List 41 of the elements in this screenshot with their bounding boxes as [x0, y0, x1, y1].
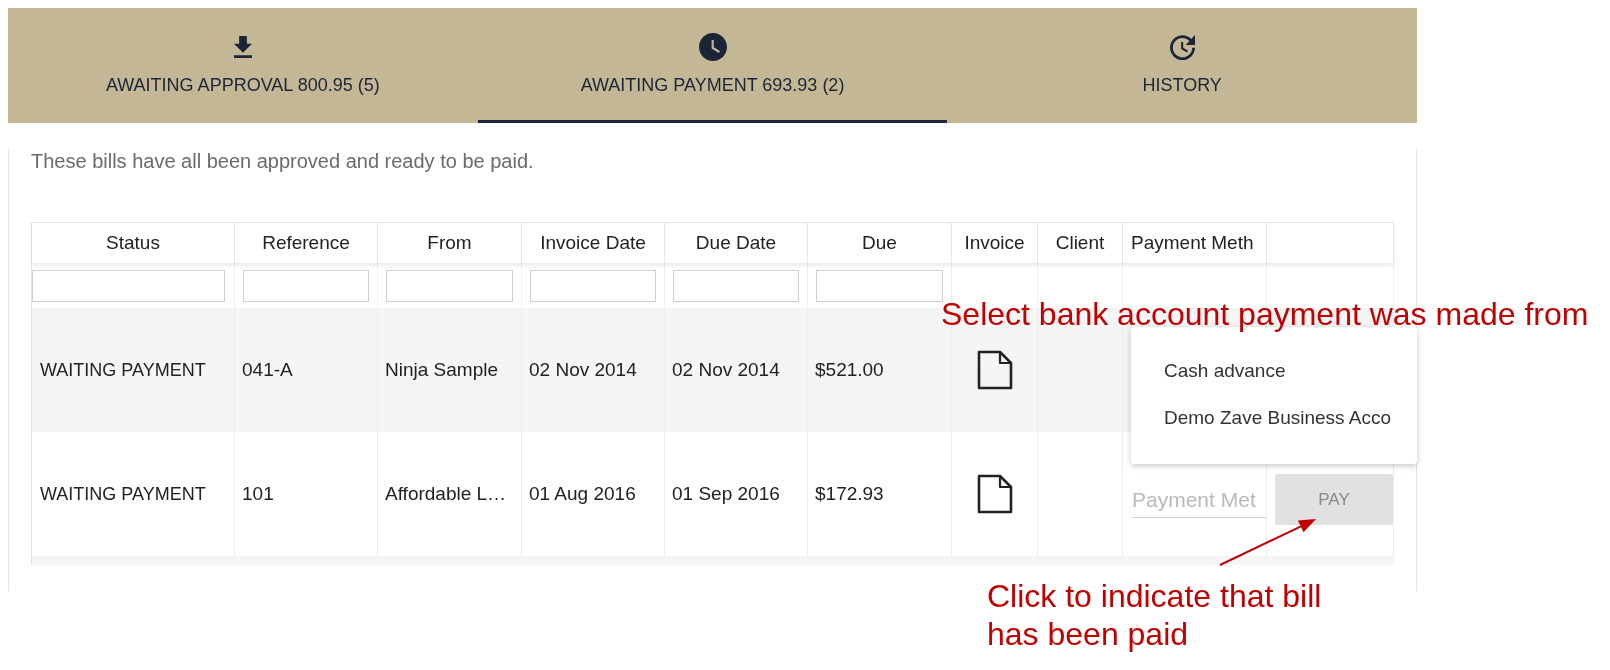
invoice-date: 01 Aug 2016 — [529, 483, 636, 505]
filter-field[interactable] — [673, 269, 799, 302]
clock-icon — [698, 33, 727, 61]
status-label: WAITING PAYMENT — [40, 483, 206, 505]
column-heading: Invoice — [964, 232, 1025, 254]
menu-callout-text: Select bank account payment was made from — [941, 298, 1589, 330]
menu-item[interactable]: Cash advance — [1131, 348, 1417, 395]
tab[interactable]: AWAITING PAYMENT 693.93 (2) — [477, 8, 948, 123]
payment-method-field[interactable]: Payment Met — [1132, 482, 1266, 518]
amount-due: $172.93 — [815, 483, 884, 505]
filter-field[interactable] — [32, 269, 225, 302]
filter-field[interactable] — [816, 269, 943, 302]
description-text: These bills have all been approved and ready to be paid. — [31, 149, 534, 173]
tab[interactable]: AWAITING APPROVAL 800.95 (5) — [8, 8, 478, 123]
filter-field[interactable] — [243, 269, 369, 302]
history-icon — [1169, 34, 1195, 60]
menu-item[interactable]: Demo Zave Business Acco — [1131, 395, 1417, 442]
file-icon[interactable] — [976, 474, 1013, 514]
filter-field[interactable] — [386, 269, 513, 302]
column-heading: Invoice Date — [540, 232, 646, 254]
invoice-date: 02 Nov 2014 — [529, 359, 637, 381]
sender-name: Affordable L… — [385, 483, 507, 505]
download-icon — [233, 36, 252, 58]
tab[interactable]: HISTORY — [947, 8, 1417, 123]
column-heading: Due — [862, 232, 897, 254]
reference-text: 101 — [242, 483, 274, 505]
filter-field[interactable] — [530, 269, 656, 302]
column-heading: From — [427, 232, 472, 254]
column-heading: Due Date — [695, 232, 777, 254]
status-label: WAITING PAYMENT — [40, 359, 206, 381]
column-heading: Reference — [262, 232, 350, 254]
column-heading: Payment Meth — [1131, 232, 1254, 254]
reference-text: 041-A — [242, 359, 293, 381]
amount-due: $521.00 — [815, 359, 884, 381]
sender-name: Ninja Sample — [385, 359, 498, 381]
file-icon[interactable] — [976, 350, 1013, 390]
due-date: 02 Nov 2014 — [672, 359, 780, 381]
due-date: 01 Sep 2016 — [672, 483, 780, 505]
column-heading: Client — [1055, 232, 1105, 254]
column-heading: Status — [106, 232, 160, 254]
pay-callout-text: Click to indicate that bill has been paid — [987, 577, 1323, 653]
